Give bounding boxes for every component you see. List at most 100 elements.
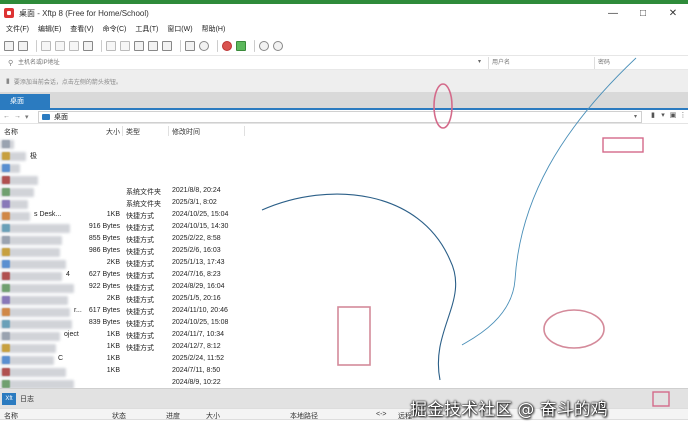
- file-row[interactable]: 916 Bytes 快捷方式 2024/10/15, 14:30: [0, 222, 260, 234]
- forward-arrow-icon[interactable]: →: [14, 113, 22, 120]
- file-row[interactable]: 极: [0, 150, 260, 162]
- more-options-icon[interactable]: ⋮: [678, 111, 688, 119]
- reconnect-icon[interactable]: [41, 40, 51, 51]
- menu-edit[interactable]: 编辑(E): [38, 24, 61, 34]
- log-tab[interactable]: 日志: [20, 394, 34, 404]
- column-divider[interactable]: [122, 126, 123, 136]
- disconnect-icon[interactable]: [55, 40, 65, 51]
- file-type: 快捷方式: [126, 321, 154, 328]
- tab-desktop[interactable]: 桌面: [0, 94, 50, 108]
- column-size[interactable]: 大小: [106, 127, 120, 137]
- toolbar-separator: [101, 39, 102, 52]
- file-row[interactable]: [0, 138, 260, 150]
- file-row[interactable]: [0, 162, 260, 174]
- layout-icon[interactable]: [185, 40, 195, 51]
- help-icon[interactable]: [273, 40, 283, 51]
- xmanager-icon[interactable]: [236, 40, 246, 51]
- file-row[interactable]: 2KB 快捷方式 2025/1/5, 20:16: [0, 294, 260, 306]
- column-divider[interactable]: [244, 126, 245, 136]
- file-modified: 2024/10/25, 15:08: [172, 319, 229, 326]
- menu-help[interactable]: 帮助(H): [202, 24, 226, 34]
- file-row[interactable]: 系统文件夹 2021/8/8, 20:24: [0, 186, 260, 198]
- redacted-filename: [0, 296, 68, 305]
- copy-icon[interactable]: [134, 40, 144, 51]
- view-dropdown-icon[interactable]: ▾: [658, 111, 668, 119]
- history-dropdown-icon[interactable]: ▾: [25, 113, 33, 121]
- file-row[interactable]: [0, 174, 260, 186]
- password-input[interactable]: [594, 57, 688, 69]
- maximize-button[interactable]: □: [628, 4, 658, 22]
- host-dropdown-icon[interactable]: ▾: [478, 58, 481, 65]
- file-type: 快捷方式: [126, 237, 154, 244]
- bookmark-icon: ▮: [6, 78, 10, 85]
- properties-icon[interactable]: [162, 40, 172, 51]
- new-folder-nav-icon[interactable]: ▣: [668, 111, 678, 119]
- file-size: 2KB: [106, 259, 120, 266]
- toolbar-separator: [180, 39, 181, 52]
- file-row[interactable]: r... 617 Bytes 快捷方式 2024/11/10, 20:46: [0, 306, 260, 318]
- file-icon: [2, 380, 10, 388]
- file-name: 极: [30, 153, 37, 160]
- bookmark-toggle-icon[interactable]: ▮: [648, 111, 658, 119]
- menu-tools[interactable]: 工具(T): [135, 24, 158, 34]
- host-input[interactable]: [18, 57, 484, 69]
- refresh-icon[interactable]: [69, 40, 79, 51]
- close-button[interactable]: ✕: [658, 4, 688, 22]
- menu-file[interactable]: 文件(F): [6, 24, 29, 34]
- encoding-icon[interactable]: [199, 40, 209, 51]
- xshell-icon[interactable]: [222, 40, 232, 51]
- file-row[interactable]: 2KB 快捷方式 2025/1/13, 17:43: [0, 258, 260, 270]
- file-row[interactable]: 系统文件夹 2025/3/1, 8:02: [0, 198, 260, 210]
- file-type: 快捷方式: [126, 345, 154, 352]
- file-size: 1KB: [106, 211, 120, 218]
- xftp-log-badge: Xft: [2, 392, 16, 405]
- minimize-button[interactable]: —: [598, 4, 628, 22]
- file-row[interactable]: s Desk... 1KB 快捷方式 2024/10/25, 15:04: [0, 210, 260, 222]
- file-icon: [2, 236, 10, 244]
- column-modified[interactable]: 修改时间: [172, 127, 200, 137]
- path-dropdown-icon[interactable]: ▾: [634, 113, 637, 120]
- settings-gear-icon[interactable]: [259, 40, 269, 51]
- menu-view[interactable]: 查看(V): [70, 24, 93, 34]
- file-row[interactable]: oject 1KB 快捷方式 2024/11/7, 10:34: [0, 330, 260, 342]
- upload-icon[interactable]: [106, 40, 116, 51]
- file-row[interactable]: 922 Bytes 快捷方式 2024/8/29, 16:04: [0, 282, 260, 294]
- menu-window[interactable]: 窗口(W): [167, 24, 192, 34]
- file-row[interactable]: 855 Bytes 快捷方式 2025/2/22, 8:58: [0, 234, 260, 246]
- file-modified: 2024/10/25, 15:04: [172, 211, 229, 218]
- new-session-icon[interactable]: [4, 40, 14, 51]
- download-icon[interactable]: [120, 40, 130, 51]
- file-row[interactable]: 986 Bytes 快捷方式 2025/2/6, 16:03: [0, 246, 260, 258]
- file-size: 1KB: [106, 331, 120, 338]
- column-divider[interactable]: [168, 126, 169, 136]
- file-icon: [2, 332, 10, 340]
- redacted-filename: [0, 224, 70, 233]
- open-folder-icon[interactable]: [18, 40, 28, 51]
- file-row[interactable]: C 1KB 2025/2/24, 11:52: [0, 354, 260, 366]
- new-folder-icon[interactable]: [83, 40, 93, 51]
- file-row[interactable]: 1KB 2024/7/11, 8:50: [0, 366, 260, 378]
- file-icon: [2, 164, 10, 172]
- back-arrow-icon[interactable]: ←: [3, 113, 11, 120]
- hint-text: 要添加当前会话，点击左侧的箭头按钮。: [13, 79, 122, 86]
- file-size: 2KB: [106, 295, 120, 302]
- file-size: 1KB: [106, 343, 120, 350]
- file-modified: 2024/8/9, 10:22: [172, 379, 221, 386]
- file-row[interactable]: 839 Bytes 快捷方式 2024/10/25, 15:08: [0, 318, 260, 330]
- current-path: 桌面: [54, 114, 68, 121]
- menu-command[interactable]: 命令(C): [103, 24, 127, 34]
- paste-icon[interactable]: [148, 40, 158, 51]
- file-row[interactable]: 1KB 快捷方式 2024/12/7, 8:12: [0, 342, 260, 354]
- username-input[interactable]: [488, 57, 588, 69]
- transfer-column-direction[interactable]: <->: [376, 411, 387, 418]
- toolbar-separator: [217, 39, 218, 52]
- column-name[interactable]: 名称: [4, 127, 18, 137]
- file-row[interactable]: 4 627 Bytes 快捷方式 2024/7/16, 8:23: [0, 270, 260, 282]
- file-list: 名称 大小 类型 修改时间 极系统文件夹 2021/8/8, 20:24 系统文件夹…: [0, 124, 688, 389]
- hint-bar: ▮ 要添加当前会话，点击左侧的箭头按钮。: [0, 70, 688, 92]
- file-modified: 2024/12/7, 8:12: [172, 343, 221, 350]
- column-type[interactable]: 类型: [126, 127, 140, 137]
- path-input[interactable]: 桌面 ▾: [38, 111, 642, 123]
- file-icon: [2, 308, 10, 316]
- file-type: 快捷方式: [126, 309, 154, 316]
